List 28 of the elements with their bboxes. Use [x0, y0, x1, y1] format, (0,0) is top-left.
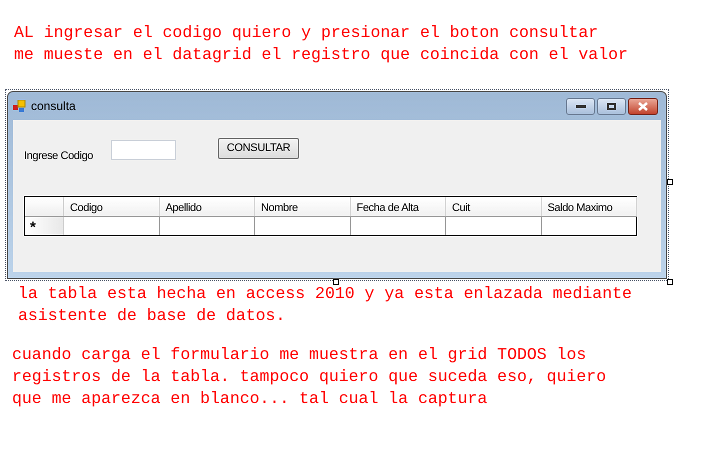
window-title: consulta — [31, 98, 76, 115]
row-header[interactable]: * — [25, 216, 64, 234]
annotation-text: asistente de base de datos. — [18, 305, 286, 327]
close-button[interactable] — [628, 98, 658, 114]
new-row-marker: * — [30, 220, 36, 234]
code-label: Ingrese Codigo — [24, 149, 94, 164]
column-header[interactable]: Fecha de Alta — [350, 196, 446, 216]
column-header[interactable]: Cuit — [446, 196, 542, 216]
resize-handle[interactable] — [333, 279, 339, 285]
maximize-button[interactable] — [597, 98, 626, 114]
annotation-text: la tabla esta hecha en access 2010 y ya esta enlazada mediante — [18, 283, 632, 305]
grid-corner-header[interactable] — [25, 196, 64, 216]
annotation-text: que me aparezca en blanco... tal cual la captura — [12, 388, 488, 410]
annotation-text: registros de la tabla. tampoco quiero que suceda eso, quiero — [12, 366, 606, 388]
minimize-button[interactable] — [566, 98, 595, 114]
resize-handle[interactable] — [667, 179, 673, 185]
annotation-text: me mueste en el datagrid el registro que coincida con el valor — [14, 44, 628, 66]
column-header[interactable]: Nombre — [255, 196, 350, 216]
resize-handle[interactable] — [667, 279, 673, 285]
column-header[interactable]: Apellido — [160, 196, 255, 216]
consultar-button[interactable]: CONSULTAR — [218, 138, 299, 159]
column-header[interactable]: Saldo Maximo — [542, 196, 637, 216]
close-icon — [638, 102, 648, 110]
code-input-field[interactable] — [111, 140, 176, 160]
annotation-text: cuando carga el formulario me muestra en el grid TODOS los — [12, 344, 586, 366]
annotation-text: AL ingresar el codigo quiero y presionar el boton consultar — [14, 22, 598, 44]
column-header[interactable]: Codigo — [64, 196, 160, 216]
form-icon — [13, 100, 26, 112]
